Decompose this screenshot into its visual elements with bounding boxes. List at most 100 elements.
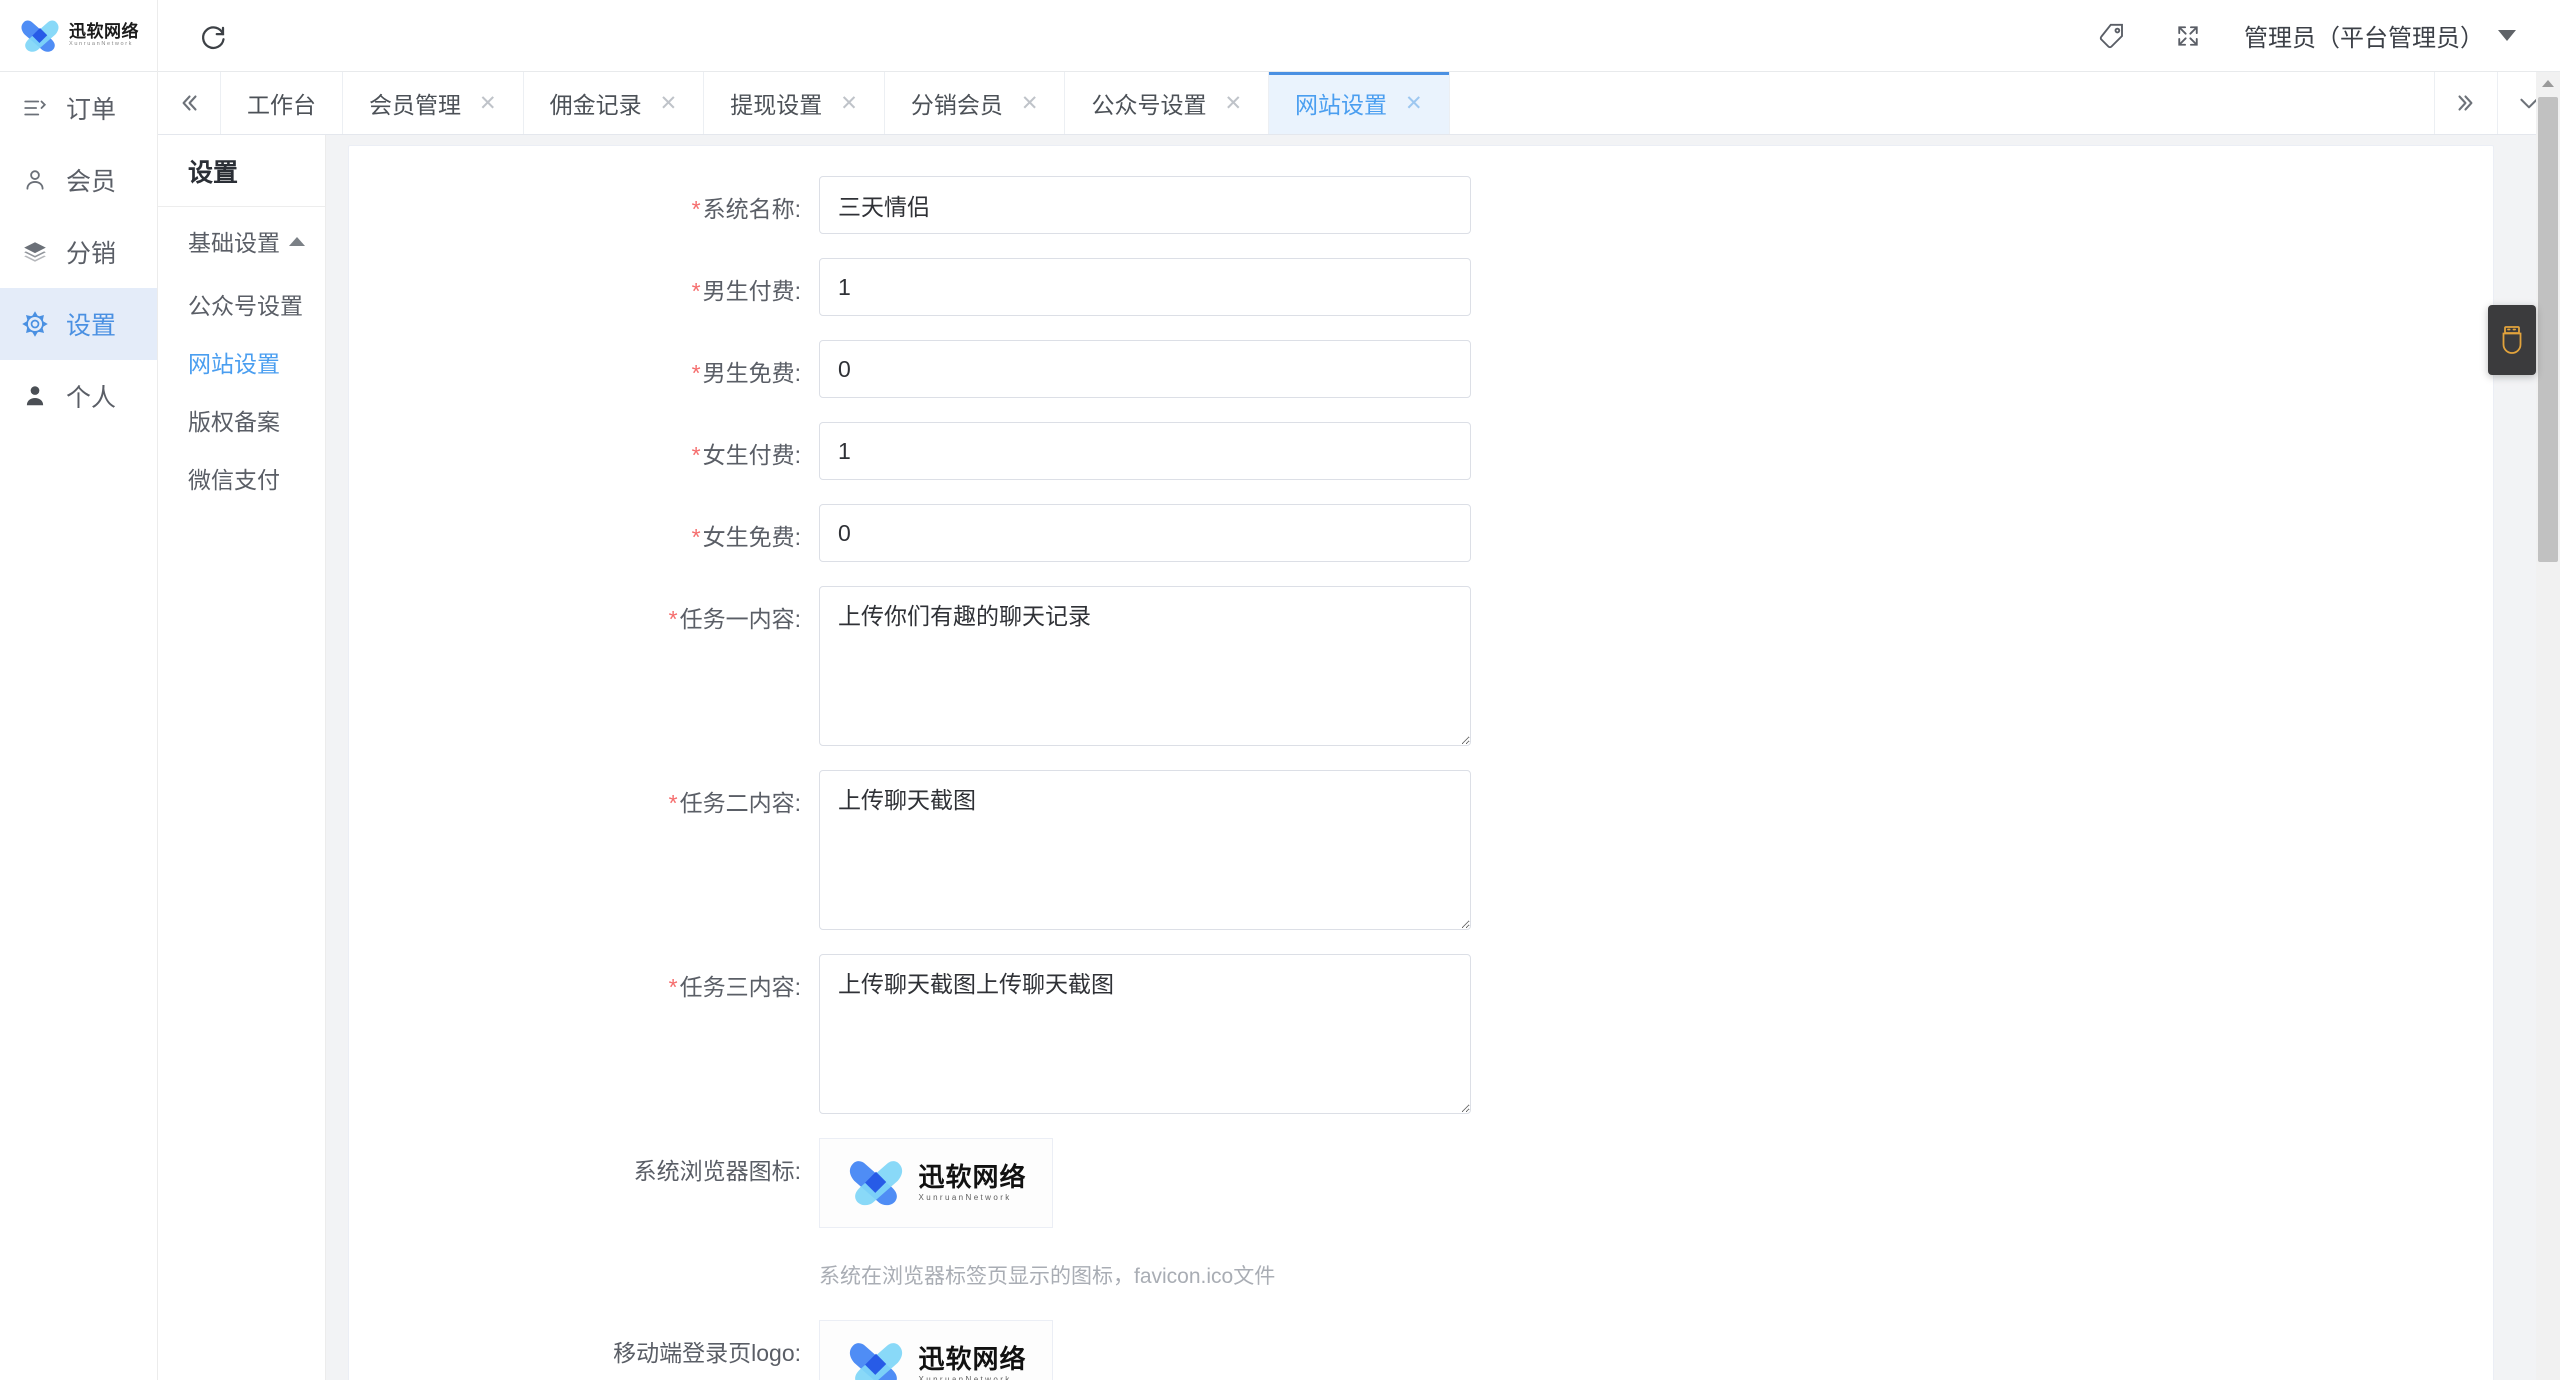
tabbar-collapse-button[interactable] (158, 72, 221, 134)
floating-tool-button[interactable] (2488, 305, 2536, 375)
form-label-text: 男生付费: (702, 278, 801, 304)
refresh-button[interactable] (158, 0, 268, 72)
sidebar-item-members[interactable]: 会员 (0, 144, 157, 216)
tab-close-icon[interactable]: ✕ (1224, 93, 1242, 114)
form-row-favicon: 系统浏览器图标: 迅软网络 XunruanNetwork 系统在浏览器标签页显示… (349, 1138, 2493, 1296)
fullscreen-button[interactable] (2150, 0, 2226, 72)
tab-withdraw-settings[interactable]: 提现设置 ✕ (704, 72, 885, 134)
form-label: *男生付费: (349, 258, 819, 306)
user-menu[interactable]: 管理员（平台管理员） (2226, 0, 2520, 72)
form-control (819, 954, 1471, 1114)
female-free-input[interactable] (819, 504, 1471, 562)
tag-button[interactable] (2074, 0, 2150, 72)
settings-item-copyright[interactable]: 版权备案 (158, 391, 325, 449)
form-label: *女生免费: (349, 504, 819, 552)
brand-logo-area[interactable]: 迅软网络 XunruanNetwork (0, 0, 158, 72)
scrollbar-up-button[interactable] (2536, 72, 2560, 94)
header-actions: 管理员（平台管理员） (2074, 0, 2560, 72)
gear-icon (20, 309, 50, 339)
scrollbar-thumb[interactable] (2538, 97, 2558, 562)
sidebar-item-label: 设置 (66, 312, 117, 340)
form-label-text: 女生免费: (702, 524, 801, 550)
tab-close-icon[interactable]: ✕ (1405, 93, 1423, 114)
task2-textarea[interactable] (819, 770, 1471, 930)
tab-close-icon[interactable]: ✕ (840, 93, 858, 114)
tab-commission-records[interactable]: 佣金记录 ✕ (524, 72, 705, 134)
xunruan-x-logo-icon (850, 1161, 903, 1206)
required-mark: * (691, 442, 701, 468)
user-icon (20, 165, 50, 195)
tab-close-icon[interactable]: ✕ (479, 93, 497, 114)
form-control: 迅软网络 XunruanNetwork 系统在浏览器标签页显示的图标，favic… (819, 1138, 1275, 1296)
caret-up-icon (289, 236, 305, 246)
settings-item-label: 公众号设置 (188, 293, 303, 319)
system-name-input[interactable] (819, 176, 1471, 234)
settings-item-wechat-pay[interactable]: 微信支付 (158, 449, 325, 507)
tab-list: 工作台 会员管理 ✕ 佣金记录 ✕ 提现设置 ✕ 分销会员 ✕ 公众号设置 ✕ (221, 72, 2434, 134)
sidebar-item-label: 会员 (66, 168, 117, 196)
sidebar-item-label: 分销 (66, 240, 117, 268)
tabbar-scroll-right-button[interactable] (2434, 72, 2497, 134)
form-control (819, 340, 1471, 398)
brand-name-en: XunruanNetwork (69, 41, 134, 48)
tab-workbench[interactable]: 工作台 (221, 72, 343, 134)
sidebar-item-distribution[interactable]: 分销 (0, 216, 157, 288)
xunruan-x-logo-icon (21, 19, 59, 52)
tab-distribution-members[interactable]: 分销会员 ✕ (885, 72, 1066, 134)
tab-label: 工作台 (247, 92, 316, 118)
form-control (819, 258, 1471, 316)
brand-logo: 迅软网络 XunruanNetwork (18, 19, 139, 53)
tab-label: 佣金记录 (549, 92, 642, 118)
sidebar-item-label: 个人 (66, 384, 117, 412)
female-paid-input[interactable] (819, 422, 1471, 480)
form-label-text: 女生付费: (702, 442, 801, 468)
scroll-up-arrow-icon (2542, 79, 2554, 87)
layers-icon (20, 237, 50, 267)
form-label: *女生付费: (349, 422, 819, 470)
logo-text-cn: 迅软网络 (918, 1162, 1027, 1192)
tab-label: 分销会员 (910, 92, 1003, 118)
app-root: 迅软网络 XunruanNetwork 管理员（平台管理员） 订单 会员 分销 … (0, 0, 2560, 1380)
page-scrollbar[interactable] (2536, 72, 2560, 1380)
form-control: 迅软网络 XunruanNetwork (819, 1320, 1053, 1380)
tab-close-icon[interactable]: ✕ (1021, 93, 1039, 114)
task1-textarea[interactable] (819, 586, 1471, 746)
tab-label: 提现设置 (730, 92, 823, 118)
form-row-task1: *任务一内容: (349, 586, 2493, 746)
refresh-icon (202, 25, 225, 49)
male-paid-input[interactable] (819, 258, 1471, 316)
required-mark: * (668, 974, 678, 1000)
mobile-logo-preview: 迅软网络 XunruanNetwork (845, 1340, 1026, 1380)
task3-textarea[interactable] (819, 954, 1471, 1114)
tab-website-settings[interactable]: 网站设置 ✕ (1269, 72, 1450, 134)
tab-official-account-settings[interactable]: 公众号设置 ✕ (1065, 72, 1270, 134)
order-list-icon (20, 93, 50, 123)
person-filled-icon (20, 381, 50, 411)
form-row-system-name: *系统名称: (349, 176, 2493, 234)
settings-item-website[interactable]: 网站设置 (158, 333, 325, 391)
double-chevron-right-icon (2458, 95, 2473, 111)
favicon-upload-tile[interactable]: 迅软网络 XunruanNetwork (819, 1138, 1053, 1228)
tab-close-icon[interactable]: ✕ (660, 93, 678, 114)
settings-item-official-account[interactable]: 公众号设置 (158, 275, 325, 333)
sidebar-item-personal[interactable]: 个人 (0, 360, 157, 432)
mobile-logo-wordmark: 迅软网络 XunruanNetwork (918, 1346, 1026, 1380)
form-label-text: 任务一内容: (679, 606, 801, 632)
form-label-text: 系统浏览器图标: (633, 1158, 801, 1184)
required-mark: * (691, 196, 701, 222)
required-mark: * (691, 278, 701, 304)
sidebar-item-orders[interactable]: 订单 (0, 72, 157, 144)
settings-group-basic[interactable]: 基础设置 (158, 207, 325, 275)
settings-item-label: 版权备案 (188, 409, 280, 435)
tab-member-management[interactable]: 会员管理 ✕ (343, 72, 524, 134)
form-label: *任务二内容: (349, 770, 819, 818)
form-row-task3: *任务三内容: (349, 954, 2493, 1114)
double-chevron-left-icon (182, 95, 197, 111)
form-control (819, 504, 1471, 562)
form-row-female-paid: *女生付费: (349, 422, 2493, 480)
mobile-logo-upload-tile[interactable]: 迅软网络 XunruanNetwork (819, 1320, 1053, 1380)
settings-group-label: 基础设置 (188, 230, 280, 256)
male-free-input[interactable] (819, 340, 1471, 398)
favicon-hint: 系统在浏览器标签页显示的图标，favicon.ico文件 (819, 1265, 1276, 1288)
sidebar-item-settings[interactable]: 设置 (0, 288, 157, 360)
